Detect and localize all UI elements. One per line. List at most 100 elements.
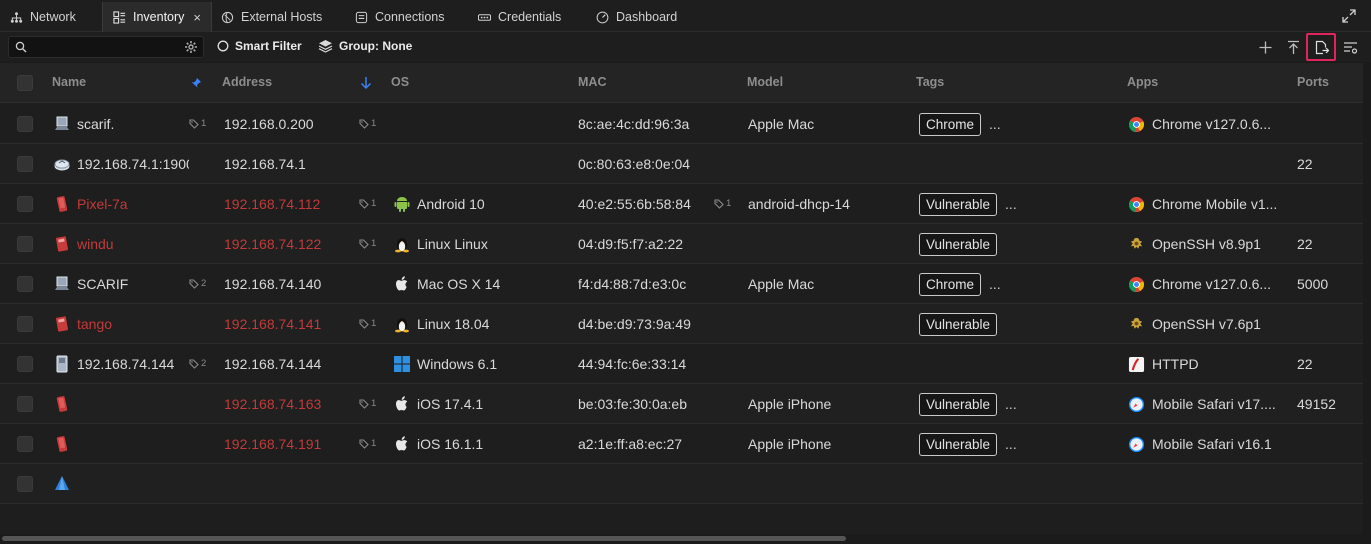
group-label: Group: None <box>339 39 413 53</box>
more-tags[interactable]: ... <box>1005 196 1017 212</box>
cell-ports: 22 <box>1297 144 1357 184</box>
tag-chip[interactable]: Vulnerable <box>919 192 998 216</box>
scroll-top-button[interactable] <box>1283 37 1303 57</box>
column-header-address[interactable]: Address <box>222 75 272 89</box>
app-name: OpenSSH v7.6p1 <box>1152 316 1261 332</box>
column-settings-button[interactable] <box>1340 37 1360 57</box>
group-selector[interactable]: Group: None <box>318 39 412 53</box>
column-header-model[interactable]: Model <box>747 75 783 89</box>
linux-icon <box>393 315 411 333</box>
column-header-os[interactable]: OS <box>391 75 409 89</box>
tag-chip[interactable]: Vulnerable <box>919 432 998 456</box>
tab-credentials[interactable]: Credentials <box>468 2 571 32</box>
cell-name[interactable]: tango <box>54 304 189 344</box>
cell-address <box>224 464 359 504</box>
column-header-tags[interactable]: Tags <box>916 75 944 89</box>
gear-icon[interactable] <box>184 40 198 54</box>
row-checkbox[interactable] <box>17 436 33 452</box>
tag-icon <box>359 398 369 409</box>
table-row[interactable] <box>0 464 1363 504</box>
table-row[interactable]: tango 192.168.74.141 1 Linux 18.04 d4:be:d9:… <box>0 304 1363 344</box>
tag-chip[interactable]: Vulnerable <box>919 312 998 336</box>
row-checkbox[interactable] <box>17 116 33 132</box>
cell-name[interactable]: 192.168.74.144 <box>54 344 189 384</box>
row-checkbox[interactable] <box>17 196 33 212</box>
cell-tags: Vulnerable <box>919 224 1124 264</box>
network-icon <box>10 11 23 23</box>
port-number: 5000 <box>1297 276 1329 292</box>
table-row[interactable]: 192.168.74.144 2 192.168.74.144 Windows 6.1… <box>0 344 1363 384</box>
sort-desc-icon[interactable] <box>360 76 372 90</box>
table-row[interactable]: Pixel-7a 192.168.74.112 1 Android 10 40:e2:5… <box>0 184 1363 224</box>
row-checkbox[interactable] <box>17 236 33 252</box>
table-row[interactable]: 192.168.74.163 1 iOS 17.4.1 be:03:fe:30:0a:… <box>0 384 1363 424</box>
cell-mac: 40:e2:55:6b:58:84 <box>578 184 713 224</box>
table-row[interactable]: SCARIF 2 192.168.74.140 Mac OS X 14 f4:d4:88… <box>0 264 1363 304</box>
cell-name[interactable] <box>54 424 189 464</box>
cell-tags: Chrome... <box>919 104 1124 144</box>
search-input[interactable] <box>31 38 179 56</box>
cell-name[interactable]: Pixel-7a <box>54 184 189 224</box>
cell-name[interactable]: SCARIF <box>54 264 189 304</box>
chrome-icon <box>1128 116 1145 133</box>
row-checkbox[interactable] <box>17 356 33 372</box>
more-tags[interactable]: ... <box>1005 436 1017 452</box>
more-tags[interactable]: ... <box>1005 396 1017 412</box>
ip-address: 192.168.74.1 <box>224 156 306 172</box>
row-checkbox[interactable] <box>17 156 33 172</box>
column-header-apps[interactable]: Apps <box>1127 75 1158 89</box>
tag-chip[interactable]: Vulnerable <box>919 232 998 256</box>
export-button[interactable] <box>1306 33 1336 61</box>
address-tag-count: 1 <box>359 318 376 329</box>
table-row[interactable]: windu 192.168.74.122 1 Linux Linux 04:d9:f5:… <box>0 224 1363 264</box>
tab-network[interactable]: Network <box>0 2 86 32</box>
row-checkbox[interactable] <box>17 276 33 292</box>
mac-address: a2:1e:ff:a8:ec:27 <box>578 436 683 452</box>
more-tags[interactable]: ... <box>989 116 1001 132</box>
add-button[interactable] <box>1255 37 1275 57</box>
toolbar: Smart Filter Group: None <box>0 32 1371 62</box>
cell-name[interactable] <box>54 384 189 424</box>
port-number: 49152 <box>1297 396 1336 412</box>
linux-icon <box>393 235 411 253</box>
smart-filter-toggle[interactable]: Smart Filter <box>217 39 302 53</box>
table-row[interactable]: 192.168.74.1:1900 192.168.74.1 0c:80:63:e8… <box>0 144 1363 184</box>
cell-ports: 22 <box>1297 224 1357 264</box>
app-name: Mobile Safari v17.... <box>1152 396 1276 412</box>
cell-name[interactable]: 192.168.74.1:1900 <box>54 144 189 184</box>
column-header-ports[interactable]: Ports <box>1297 75 1329 89</box>
row-checkbox[interactable] <box>17 476 33 492</box>
horizontal-scrollbar[interactable] <box>0 534 1371 544</box>
cell-name[interactable]: scarif. <box>54 104 189 144</box>
os-name: iOS 16.1.1 <box>417 436 484 452</box>
tab-connections[interactable]: Connections <box>345 2 455 32</box>
tab-dashboard[interactable]: Dashboard <box>586 2 687 32</box>
mac-address: 44:94:fc:6e:33:14 <box>578 356 687 372</box>
laptop-icon <box>54 115 70 133</box>
row-checkbox[interactable] <box>17 316 33 332</box>
cell-mac: 8c:ae:4c:dd:96:3a <box>578 104 713 144</box>
close-icon[interactable]: × <box>193 10 201 25</box>
column-header-name[interactable]: Name <box>52 75 86 89</box>
tag-chip[interactable]: Chrome <box>919 112 982 136</box>
tab-external-hosts[interactable]: External Hosts <box>211 2 332 32</box>
tag-chip[interactable]: Chrome <box>919 272 982 296</box>
pin-icon[interactable] <box>190 77 202 89</box>
name-tag-count: 2 <box>189 358 206 369</box>
row-checkbox[interactable] <box>17 396 33 412</box>
tab-inventory[interactable]: Inventory × <box>102 2 213 32</box>
more-tags[interactable]: ... <box>989 276 1001 292</box>
tag-chip[interactable]: Vulnerable <box>919 392 998 416</box>
table-row[interactable]: 192.168.74.191 1 iOS 16.1.1 a2:1e:ff:a8:ec:… <box>0 424 1363 464</box>
table-row[interactable]: scarif. 1 192.168.0.200 1 8c:ae:4c:dd:96:3a A… <box>0 104 1363 144</box>
expand-icon[interactable] <box>1341 8 1357 24</box>
connections-icon <box>355 11 368 23</box>
cell-name[interactable]: windu <box>54 224 189 264</box>
column-header-mac[interactable]: MAC <box>578 75 606 89</box>
cell-mac: f4:d4:88:7d:e3:0c <box>578 264 713 304</box>
select-all-checkbox[interactable] <box>17 75 33 91</box>
vertical-scrollbar[interactable] <box>1363 63 1371 534</box>
scrollbar-thumb[interactable] <box>2 536 846 541</box>
cell-apps: OpenSSH v7.6p1 <box>1128 304 1288 344</box>
cell-name[interactable] <box>54 464 189 504</box>
